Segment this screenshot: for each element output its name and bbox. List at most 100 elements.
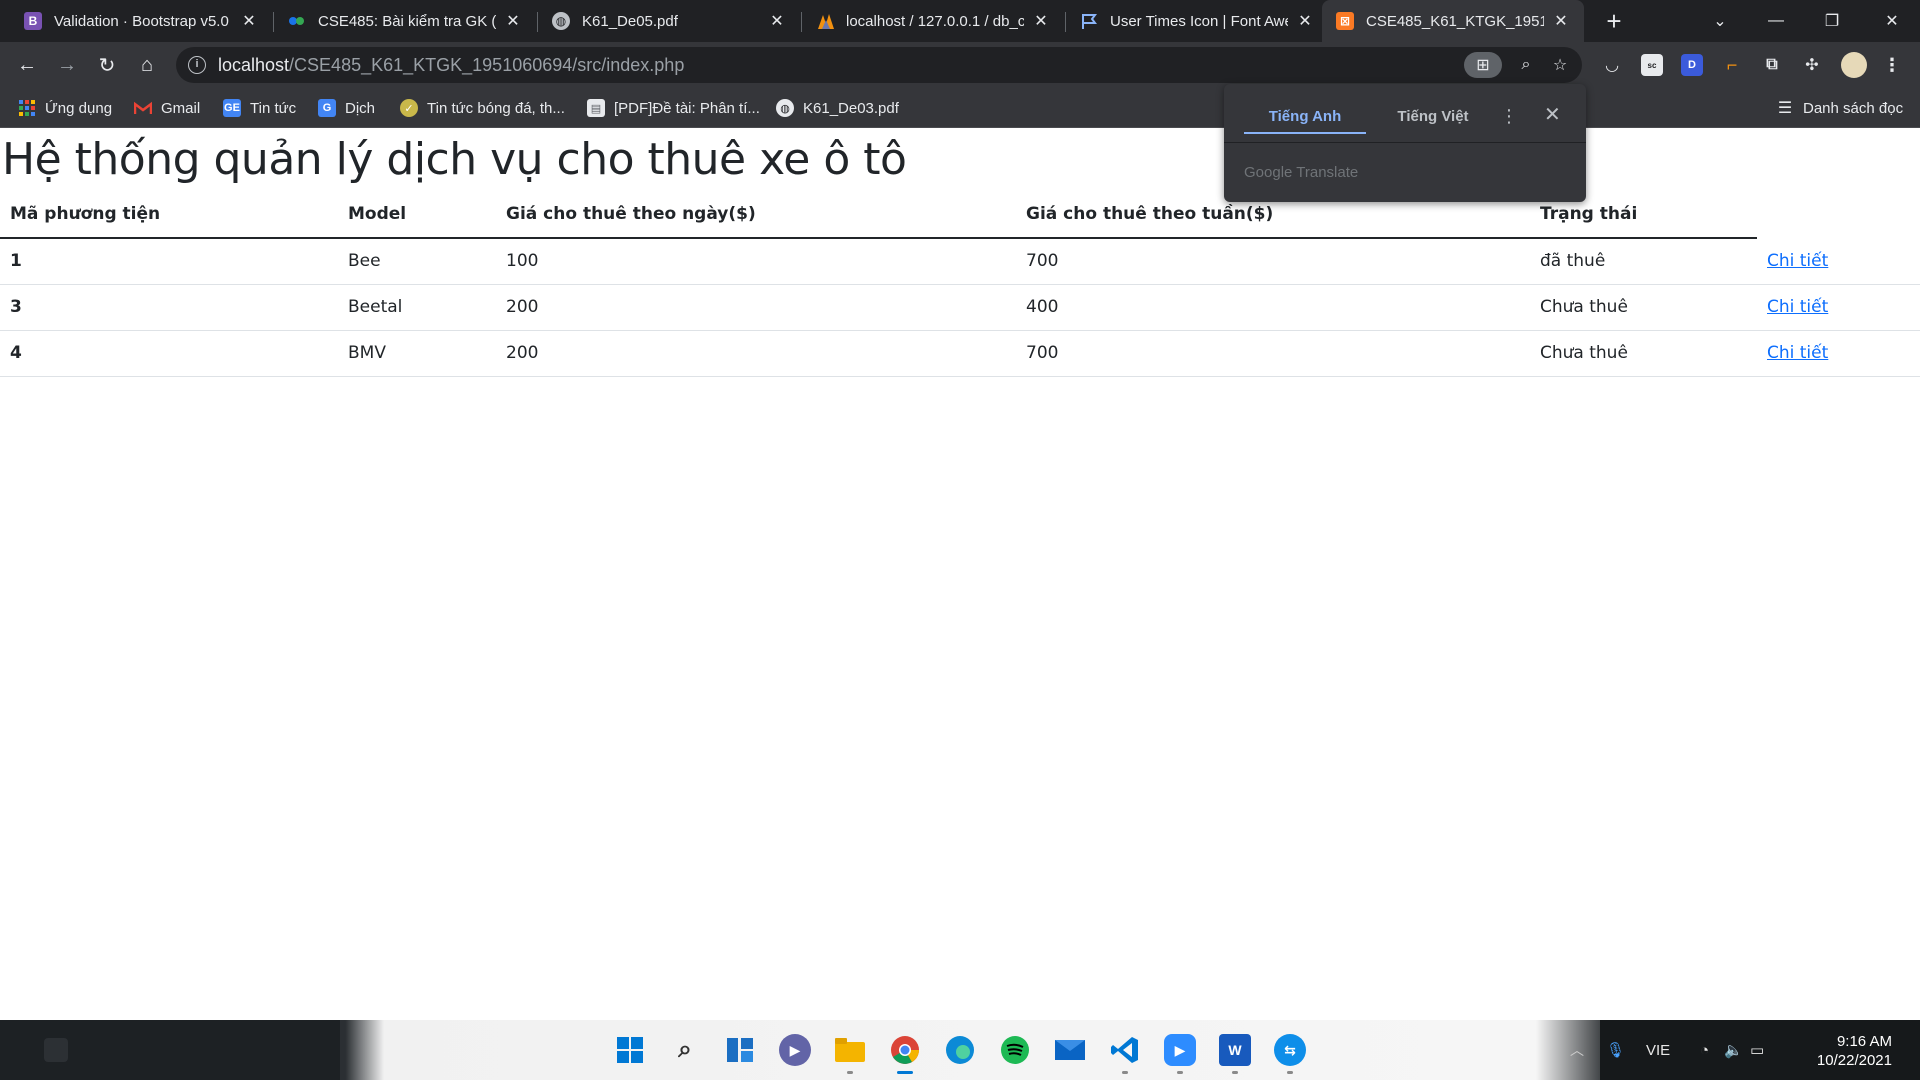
orange-extension-icon[interactable]: ⌐ xyxy=(1721,54,1743,76)
teamviewer-icon[interactable]: ⇆ xyxy=(1274,1034,1306,1074)
chrome-icon[interactable] xyxy=(889,1034,921,1074)
bookmark-translate[interactable]: G Dịch xyxy=(318,88,375,128)
translate-tab-source[interactable]: Tiếng Anh xyxy=(1244,100,1366,134)
pocket-icon[interactable]: ◡ xyxy=(1601,54,1623,76)
bookmark-k61-de03[interactable]: ◍ K61_De03.pdf xyxy=(776,88,899,128)
tab-cse485-exam[interactable]: CSE485: Bài kiểm tra GK (M ✕ xyxy=(274,0,536,42)
detail-link[interactable]: Chi tiết xyxy=(1767,251,1828,271)
xampp-icon: ⊠ xyxy=(1336,12,1354,30)
cell-actions: Chi tiết xyxy=(1757,284,1920,331)
spotify-icon[interactable] xyxy=(999,1034,1031,1066)
minimize-button[interactable]: — xyxy=(1748,0,1804,42)
bookmark-label: Tin tức bóng đá, th... xyxy=(427,99,565,117)
teams-chat-icon[interactable]: ▶ xyxy=(779,1034,811,1066)
close-window-button[interactable]: ✕ xyxy=(1864,0,1920,42)
site-info-icon[interactable]: i xyxy=(188,56,206,74)
detail-link[interactable]: Chi tiết xyxy=(1767,343,1828,363)
bookmark-gmail[interactable]: Gmail xyxy=(134,88,200,128)
bookmark-star-icon[interactable]: ☆ xyxy=(1546,52,1574,78)
start-button-icon[interactable] xyxy=(614,1034,646,1066)
col-header-day-price: Giá cho thuê theo ngày($) xyxy=(496,190,1016,239)
forward-button[interactable]: → xyxy=(51,49,83,81)
volume-icon[interactable]: 🔈 xyxy=(1724,1020,1743,1080)
cell-status: Chưa thuê xyxy=(1530,330,1757,377)
taskbar-left-area xyxy=(0,1020,340,1080)
cell-week-price: 400 xyxy=(1016,284,1530,331)
clipboard-extension-icon[interactable]: ⧉ xyxy=(1761,54,1783,76)
col-header-model: Model xyxy=(338,190,496,239)
translate-icon: G xyxy=(318,99,336,117)
bookmark-label: Dịch xyxy=(345,99,376,117)
wifi-icon[interactable]: ◔ xyxy=(1700,1020,1709,1080)
new-tab-button[interactable]: + xyxy=(1598,6,1630,38)
cell-id: 4 xyxy=(0,330,338,377)
tab-search-icon[interactable]: ⌄ xyxy=(1692,0,1748,42)
translate-icon[interactable]: ⊞ xyxy=(1464,52,1502,78)
reading-list[interactable]: ☰ Danh sách đọc xyxy=(1776,88,1903,128)
tab-k61-de05[interactable]: ◍ K61_De05.pdf ✕ xyxy=(538,0,800,42)
bookmark-football[interactable]: ✓ Tin tức bóng đá, th... xyxy=(400,88,565,128)
tab-bootstrap-validation[interactable]: B Validation · Bootstrap v5.0 ✕ xyxy=(10,0,272,42)
file-explorer-icon[interactable] xyxy=(834,1034,866,1074)
bookmark-pdf[interactable]: ▤ [PDF]Đề tài: Phân tí... xyxy=(587,88,760,128)
translate-popup: Tiếng Anh Tiếng Việt ⋮ ✕ Google Translat… xyxy=(1224,84,1586,202)
zoom-meeting-icon[interactable]: ▶ xyxy=(1164,1034,1196,1074)
bookmark-label: Ứng dụng xyxy=(45,99,113,117)
input-language[interactable]: VIE xyxy=(1646,1020,1670,1080)
detail-link[interactable]: Chi tiết xyxy=(1767,297,1828,317)
table-header-row: Mã phương tiện Model Giá cho thuê theo n… xyxy=(0,190,1920,239)
tray-overflow-icon[interactable]: ︿ xyxy=(1570,1020,1584,1080)
cell-day-price: 200 xyxy=(496,330,1016,377)
close-tab-icon[interactable]: ✕ xyxy=(240,11,258,31)
close-tab-icon[interactable]: ✕ xyxy=(1552,11,1570,31)
cell-model: Bee xyxy=(338,238,496,285)
tab-title: CSE485: Bài kiểm tra GK (M xyxy=(318,12,496,30)
close-tab-icon[interactable]: ✕ xyxy=(504,11,522,31)
translate-close-icon[interactable]: ✕ xyxy=(1544,102,1561,127)
tab-title: User Times Icon | Font Awe xyxy=(1110,12,1288,30)
home-button[interactable]: ⌂ xyxy=(131,49,163,81)
flag-icon xyxy=(1080,12,1098,30)
bookmark-apps[interactable]: Ứng dụng xyxy=(18,88,112,128)
cell-status: đã thuê xyxy=(1530,238,1757,285)
seek-extension-icon[interactable]: sc xyxy=(1641,54,1663,76)
profile-avatar[interactable] xyxy=(1841,52,1867,78)
close-tab-icon[interactable]: ✕ xyxy=(1296,11,1314,31)
tab-phpmyadmin[interactable]: localhost / 127.0.0.1 / db_ca ✕ xyxy=(802,0,1064,42)
cell-id: 3 xyxy=(0,284,338,331)
cell-model: Beetal xyxy=(338,284,496,331)
zoom-icon[interactable]: ⌕ xyxy=(1512,52,1540,78)
vscode-icon[interactable] xyxy=(1109,1034,1141,1074)
address-bar[interactable]: i localhost/CSE485_K61_KTGK_1951060694/s… xyxy=(176,47,1582,83)
taskbar-clock[interactable]: 9:16 AM 10/22/2021 xyxy=(1782,1032,1892,1070)
menu-kebab-icon[interactable]: ⋮ xyxy=(1881,54,1903,76)
document-icon: ▤ xyxy=(587,99,605,117)
table-row: 4 BMV 200 700 Chưa thuê Chi tiết xyxy=(0,330,1920,377)
microphone-icon[interactable]: 🎙 xyxy=(1606,1020,1625,1080)
translate-brand: Google Translate xyxy=(1244,164,1359,181)
d-extension-icon[interactable]: D xyxy=(1681,54,1703,76)
close-tab-icon[interactable]: ✕ xyxy=(1032,11,1050,31)
task-view-icon[interactable] xyxy=(724,1034,756,1066)
edge-icon[interactable] xyxy=(944,1034,976,1066)
football-icon: ✓ xyxy=(400,99,418,117)
restore-button[interactable]: ❐ xyxy=(1804,0,1860,42)
back-button[interactable]: ← xyxy=(11,49,43,81)
mail-icon[interactable] xyxy=(1054,1034,1086,1066)
translate-options-icon[interactable]: ⋮ xyxy=(1500,106,1518,127)
tab-font-awesome[interactable]: User Times Icon | Font Awe ✕ xyxy=(1066,0,1328,42)
tab-active-index[interactable]: ⊠ CSE485_K61_KTGK_1951060 ✕ xyxy=(1322,0,1584,42)
close-tab-icon[interactable]: ✕ xyxy=(768,11,786,31)
tab-title: Validation · Bootstrap v5.0 xyxy=(54,12,229,30)
search-icon[interactable]: ⌕ xyxy=(669,1034,701,1066)
cell-actions: Chi tiết xyxy=(1757,238,1920,285)
classroom-icon xyxy=(288,12,306,30)
word-icon[interactable]: W xyxy=(1219,1034,1251,1074)
url-text[interactable]: localhost/CSE485_K61_KTGK_1951060694/src… xyxy=(218,47,684,83)
translate-tab-target[interactable]: Tiếng Việt xyxy=(1374,100,1492,134)
reload-button[interactable]: ↻ xyxy=(91,49,123,81)
bookmark-news[interactable]: GE Tin tức xyxy=(223,88,296,128)
table-row: 3 Beetal 200 400 Chưa thuê Chi tiết xyxy=(0,284,1920,331)
battery-icon[interactable]: ▭ xyxy=(1750,1020,1764,1080)
extensions-puzzle-icon[interactable]: ✣ xyxy=(1801,54,1823,76)
